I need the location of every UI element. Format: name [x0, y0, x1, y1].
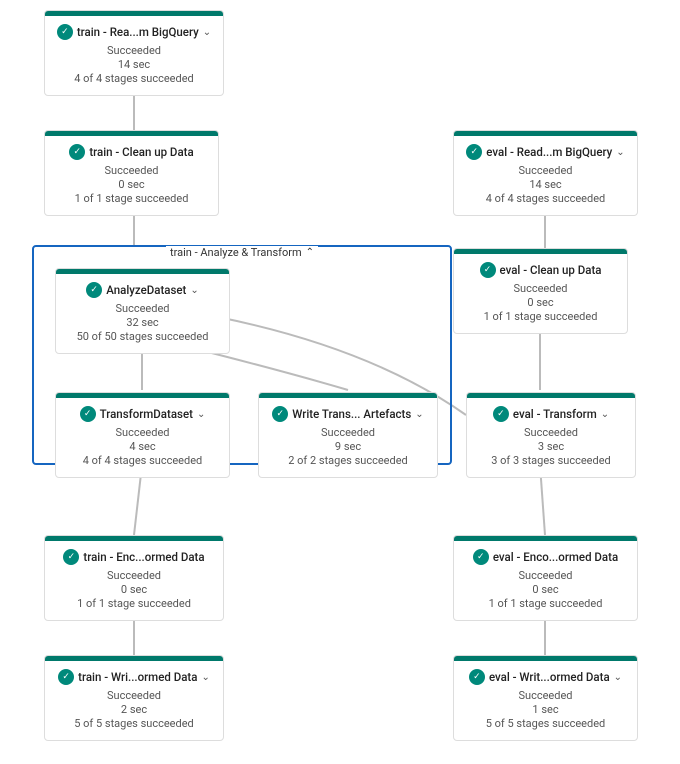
- node-status: Succeeded: [477, 426, 625, 439]
- eval-cleanup-node: ✓ eval - Clean up Data Succeeded 0 sec 1…: [453, 248, 628, 334]
- node-status: Succeeded: [55, 689, 213, 702]
- node-title: train - Clean up Data: [89, 145, 193, 159]
- node-stages: 2 of 2 stages succeeded: [269, 454, 427, 467]
- node-title: Write Trans... Artefacts: [292, 407, 411, 421]
- check-icon: ✓: [69, 144, 85, 160]
- node-title: eval - Enco...ormed Data: [493, 550, 618, 564]
- node-status: Succeeded: [464, 689, 627, 702]
- node-time: 14 sec: [55, 58, 213, 71]
- node-stages: 4 of 4 stages succeeded: [55, 72, 213, 85]
- node-status: Succeeded: [66, 426, 219, 439]
- node-title: eval - Clean up Data: [500, 263, 602, 277]
- node-status: Succeeded: [269, 426, 427, 439]
- node-stages: 1 of 1 stage succeeded: [55, 597, 213, 610]
- node-title: eval - Writ...ormed Data: [489, 670, 610, 684]
- chevron-down-icon[interactable]: ⌄: [190, 285, 198, 296]
- check-icon: ✓: [469, 669, 485, 685]
- node-status: Succeeded: [55, 44, 213, 57]
- node-time: 32 sec: [66, 316, 219, 329]
- group-label-text: train - Analyze & Transform: [170, 246, 302, 259]
- node-stages: 1 of 1 stage succeeded: [55, 192, 208, 205]
- check-icon: ✓: [466, 144, 482, 160]
- node-stages: 1 of 1 stage succeeded: [464, 310, 617, 323]
- check-icon: ✓: [493, 406, 509, 422]
- node-time: 0 sec: [55, 178, 208, 191]
- check-icon: ✓: [480, 262, 496, 278]
- eval-writ-data-node: ✓ eval - Writ...ormed Data ⌄ Succeeded 1…: [453, 655, 638, 741]
- node-stages: 50 of 50 stages succeeded: [66, 330, 219, 343]
- check-icon: ✓: [63, 549, 79, 565]
- check-icon: ✓: [58, 669, 74, 685]
- transform-dataset-node: ✓ TransformDataset ⌄ Succeeded 4 sec 4 o…: [55, 392, 230, 478]
- chevron-down-icon[interactable]: ⌄: [616, 147, 624, 158]
- node-time: 4 sec: [66, 440, 219, 453]
- node-time: 2 sec: [55, 703, 213, 716]
- node-time: 14 sec: [464, 178, 627, 191]
- analyze-dataset-node: ✓ AnalyzeDataset ⌄ Succeeded 32 sec 50 o…: [55, 268, 230, 354]
- node-title: train - Enc...ormed Data: [83, 550, 204, 564]
- node-stages: 5 of 5 stages succeeded: [464, 717, 627, 730]
- train-cleanup-node: ✓ train - Clean up Data Succeeded 0 sec …: [44, 130, 219, 216]
- node-time: 3 sec: [477, 440, 625, 453]
- group-label: train - Analyze & Transform ⌃: [166, 246, 318, 259]
- node-status: Succeeded: [55, 569, 213, 582]
- chevron-down-icon[interactable]: ⌄: [614, 672, 622, 683]
- node-time: 0 sec: [464, 583, 627, 596]
- check-icon: ✓: [57, 24, 73, 40]
- chevron-down-icon[interactable]: ⌄: [201, 672, 209, 683]
- node-title: eval - Read...m BigQuery: [486, 145, 612, 159]
- node-title: train - Wri...ormed Data: [78, 670, 197, 684]
- node-title: AnalyzeDataset: [106, 283, 186, 297]
- node-status: Succeeded: [55, 164, 208, 177]
- node-status: Succeeded: [464, 164, 627, 177]
- node-stages: 1 of 1 stage succeeded: [464, 597, 627, 610]
- pipeline-canvas: train - Analyze & Transform ⌃ ✓ train - …: [0, 0, 680, 764]
- node-stages: 3 of 3 stages succeeded: [477, 454, 625, 467]
- eval-transform-node: ✓ eval - Transform ⌄ Succeeded 3 sec 3 o…: [466, 392, 636, 478]
- chevron-down-icon[interactable]: ⌄: [203, 27, 211, 38]
- check-icon: ✓: [86, 282, 102, 298]
- node-title: train - Rea...m BigQuery: [77, 25, 199, 39]
- check-icon: ✓: [272, 406, 288, 422]
- train-wri-data-node: ✓ train - Wri...ormed Data ⌄ Succeeded 2…: [44, 655, 224, 741]
- chevron-down-icon[interactable]: ⌄: [601, 409, 609, 420]
- eval-enc-data-node: ✓ eval - Enco...ormed Data Succeeded 0 s…: [453, 535, 638, 621]
- node-stages: 5 of 5 stages succeeded: [55, 717, 213, 730]
- node-time: 1 sec: [464, 703, 627, 716]
- write-trans-artefacts-node: ✓ Write Trans... Artefacts ⌄ Succeeded 9…: [258, 392, 438, 478]
- node-title: eval - Transform: [513, 407, 597, 421]
- node-time: 0 sec: [55, 583, 213, 596]
- group-chevron-up-icon[interactable]: ⌃: [306, 247, 314, 258]
- node-status: Succeeded: [66, 302, 219, 315]
- node-status: Succeeded: [464, 282, 617, 295]
- check-icon: ✓: [473, 549, 489, 565]
- chevron-down-icon[interactable]: ⌄: [415, 409, 423, 420]
- check-icon: ✓: [80, 406, 96, 422]
- train-enc-data-node: ✓ train - Enc...ormed Data Succeeded 0 s…: [44, 535, 224, 621]
- train-read-bq-node: ✓ train - Rea...m BigQuery ⌄ Succeeded 1…: [44, 10, 224, 96]
- chevron-down-icon[interactable]: ⌄: [197, 409, 205, 420]
- eval-read-bq-node: ✓ eval - Read...m BigQuery ⌄ Succeeded 1…: [453, 130, 638, 216]
- node-title: TransformDataset: [100, 407, 193, 421]
- node-time: 0 sec: [464, 296, 617, 309]
- node-time: 9 sec: [269, 440, 427, 453]
- node-stages: 4 of 4 stages succeeded: [464, 192, 627, 205]
- node-status: Succeeded: [464, 569, 627, 582]
- node-stages: 4 of 4 stages succeeded: [66, 454, 219, 467]
